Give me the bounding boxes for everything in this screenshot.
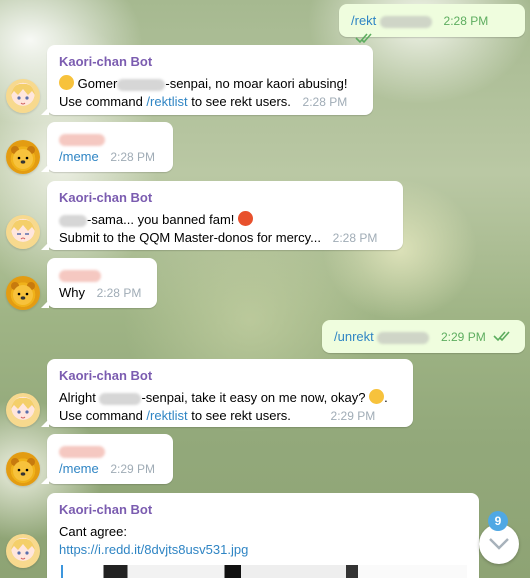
image-link[interactable]: https://i.redd.it/8dvjts8usv531.jpg [59,541,467,559]
incoming-message[interactable]: Why 2:28 PM [41,258,157,308]
user-avatar[interactable] [6,452,40,486]
message-text: Why [59,285,85,300]
user-avatar[interactable] [6,276,40,310]
message-text: Cant agree: [59,524,127,539]
redacted-text [59,214,87,227]
outgoing-message[interactable]: /rekt 2:28 PM [339,4,525,43]
redacted-sender-name [59,269,101,282]
winking-tongue-emoji-icon [369,389,385,404]
message-time: 2:29 PM [441,330,486,344]
message-time: 2:29 PM [110,462,156,476]
sender-name[interactable]: Kaori-chan Bot [59,53,361,71]
message-text: -senpai, take it easy on me now, okay? [141,390,370,405]
redacted-text [99,392,142,405]
sender-name[interactable]: Kaori-chan Bot [59,189,391,207]
message-text: -sama... you banned fam! [87,212,239,227]
message-text: Gomer [77,76,118,91]
unread-count-badge: 9 [488,511,508,531]
user-avatar[interactable] [6,140,40,174]
chat-area: /rekt 2:28 PM Kaori-chan Bot Gomer -senpa… [0,0,530,578]
rektlist-link[interactable]: /rektlist [146,94,187,109]
redacted-text [379,15,432,28]
bot-avatar[interactable] [6,79,40,113]
redacted-sender-name [59,133,105,146]
incoming-message[interactable]: Kaori-chan Bot -sama... you banned fam! … [41,181,403,250]
message-text: Use command [59,94,147,109]
incoming-message[interactable]: /meme 2:28 PM [41,122,173,172]
message-time: 2:28 PM [96,286,142,300]
message-text: to see rekt users. [187,408,291,423]
message-text: -senpai, no moar kaori abusing! [165,76,348,91]
angry-emoji-icon [238,211,254,226]
incoming-message[interactable]: Kaori-chan Bot Gomer -senpai, no moar kao… [41,45,373,115]
read-checkmarks-icon [493,329,511,347]
command-text[interactable]: /meme [59,149,99,164]
bot-avatar[interactable] [6,534,40,568]
command-text[interactable]: /unrekt [334,329,374,344]
message-text: Alright [59,390,100,405]
message-time: 2:28 PM [110,150,156,164]
command-text[interactable]: /rekt [351,13,376,28]
chevron-down-icon [489,538,509,550]
message-time: 2:29 PM [330,409,376,423]
sender-name[interactable]: Kaori-chan Bot [59,367,401,385]
rektlist-link[interactable]: /rektlist [146,408,187,423]
incoming-message[interactable]: Kaori-chan Bot Alright -senpai, take it … [41,359,413,427]
outgoing-message[interactable]: /unrekt 2:29 PM [322,320,525,353]
redacted-sender-name [59,445,105,458]
sender-name[interactable]: Kaori-chan Bot [59,501,467,519]
bot-avatar[interactable] [6,215,40,249]
message-time: 2:28 PM [443,14,489,28]
incoming-message[interactable]: /meme 2:29 PM [41,434,173,484]
message-text: Use command [59,408,147,423]
tongue-emoji-icon [59,75,74,90]
image-preview[interactable] [61,565,467,578]
redacted-text [377,331,430,344]
message-time: 2:28 PM [332,231,378,245]
message-text: Submit to the QQM Master-donos for mercy… [59,230,322,245]
redacted-text [117,78,166,91]
bot-avatar[interactable] [6,393,40,427]
message-time: 2:28 PM [302,95,348,109]
message-text: to see rekt users. [187,94,291,109]
command-text[interactable]: /meme [59,461,99,476]
